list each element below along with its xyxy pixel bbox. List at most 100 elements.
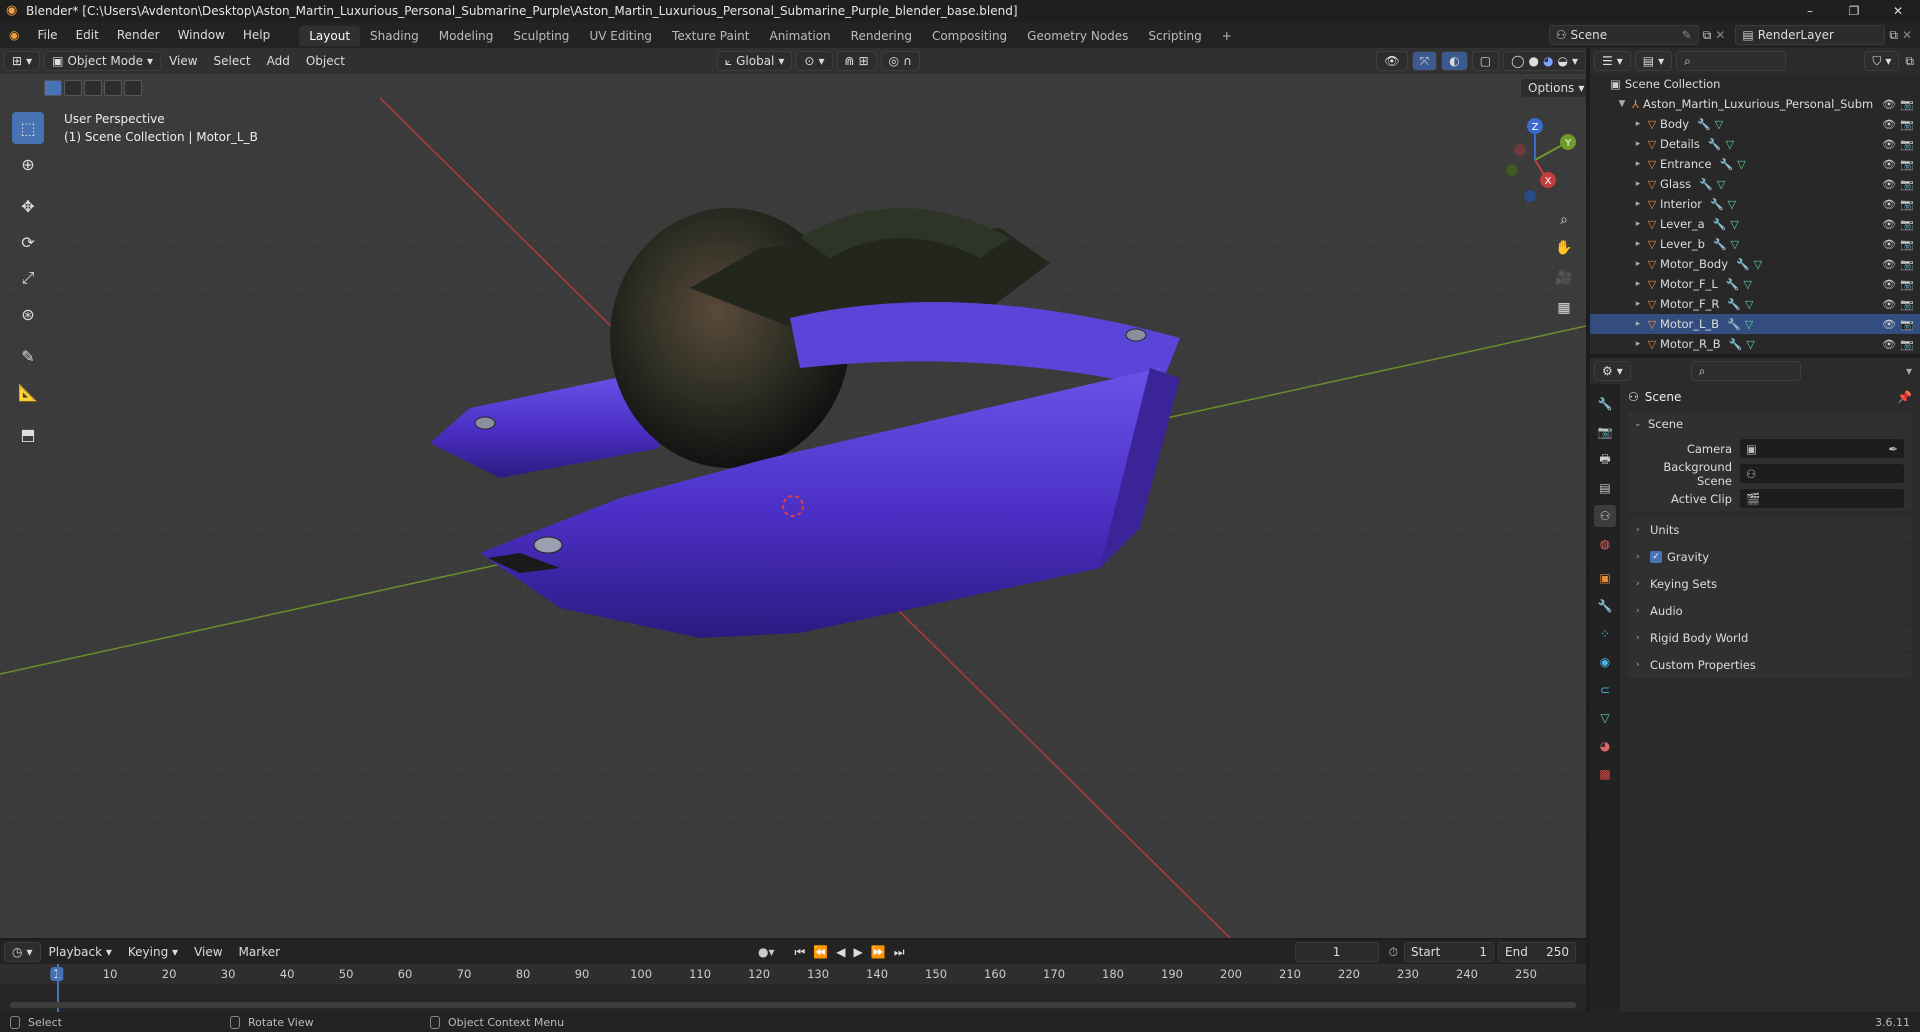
chevron-down-icon[interactable]: ▾	[1906, 364, 1912, 378]
jump-keyframe-forward-icon[interactable]: ⏩	[871, 945, 886, 959]
render-tab-icon[interactable]: 📷	[1594, 421, 1616, 443]
maximize-button[interactable]: ❐	[1832, 0, 1876, 22]
select-box-tool[interactable]: ⬚	[12, 112, 44, 144]
physics-tab-icon[interactable]: ◉	[1594, 651, 1616, 673]
expand-arrow-icon[interactable]: ▼	[1616, 99, 1628, 109]
current-frame-field[interactable]: 1	[1294, 942, 1379, 962]
timeline-menu-playback[interactable]: Playback ▾	[41, 945, 120, 959]
perspective-toggle-button[interactable]: ▦	[1550, 294, 1578, 322]
object-tab-icon[interactable]: ▣	[1594, 567, 1616, 589]
pin-icon[interactable]: 📌	[1897, 390, 1912, 404]
modifier-icon[interactable]: 🔧	[1727, 318, 1741, 331]
data-tab-icon[interactable]: ▽	[1594, 707, 1616, 729]
tab-animation[interactable]: Animation	[759, 26, 840, 46]
tab-geometry-nodes[interactable]: Geometry Nodes	[1017, 26, 1138, 46]
outliner-search-input[interactable]: ⌕	[1676, 51, 1787, 71]
expand-arrow-icon[interactable]: ▸	[1632, 199, 1644, 209]
add-cube-tool[interactable]: ⬒	[12, 418, 44, 450]
outliner-item[interactable]: ▸ ▽ Body 🔧 ▽ 👁 📷	[1590, 114, 1920, 134]
measure-tool[interactable]: 📐	[12, 376, 44, 408]
gravity-panel[interactable]: › ✓ Gravity	[1628, 544, 1912, 570]
new-view-layer-icon[interactable]: ⧉	[1889, 28, 1898, 43]
play-reverse-icon[interactable]: ◀	[836, 945, 845, 959]
render-camera-icon[interactable]: 📷	[1900, 278, 1914, 291]
transform-tool[interactable]: ⊛	[12, 298, 44, 330]
render-camera-icon[interactable]: 📷	[1900, 238, 1914, 251]
options-button[interactable]: Options ▾	[1520, 78, 1586, 98]
stopwatch-icon[interactable]: ⏱	[1389, 945, 1398, 960]
timeline-menu-view[interactable]: View	[186, 945, 230, 959]
frame-ruler[interactable]: 1102030405060708090100110120130140150160…	[0, 964, 1586, 984]
pin-icon[interactable]: ✎	[1682, 26, 1692, 44]
eye-icon[interactable]: 👁	[1882, 318, 1896, 331]
modifier-icon[interactable]: 🔧	[1710, 198, 1724, 211]
mesh-data-icon[interactable]: ▽	[1743, 278, 1751, 291]
menu-help[interactable]: Help	[234, 22, 279, 48]
delete-scene-icon[interactable]: ✕	[1715, 28, 1725, 42]
scene-tab-icon[interactable]: ⚇	[1594, 505, 1616, 527]
eye-icon[interactable]: 👁	[1882, 178, 1896, 191]
modifier-icon[interactable]: 🔧	[1727, 298, 1741, 311]
3d-viewport[interactable]: ⊞ ▾ ▣ Object Mode ▾ View Select Add Object …	[0, 48, 1586, 938]
modifier-icon[interactable]: 🔧	[1720, 158, 1734, 171]
timeline-editor-type[interactable]: ◷ ▾	[4, 942, 41, 962]
tab-shading[interactable]: Shading	[360, 26, 429, 46]
gravity-checkbox[interactable]: ✓	[1650, 551, 1662, 563]
wireframe-shading-icon[interactable]: ◯	[1511, 52, 1524, 70]
overlay-toggle[interactable]: ◐	[1441, 51, 1468, 71]
scale-tool[interactable]: ⤢	[12, 262, 44, 294]
render-camera-icon[interactable]: 📷	[1900, 318, 1914, 331]
world-tab-icon[interactable]: ◍	[1594, 533, 1616, 555]
timeline-menu-marker[interactable]: Marker	[231, 945, 288, 959]
keyframe-track[interactable]	[0, 964, 1586, 1012]
delete-view-layer-icon[interactable]: ✕	[1902, 28, 1912, 42]
render-camera-icon[interactable]: 📷	[1900, 158, 1914, 171]
minimize-button[interactable]: –	[1788, 0, 1832, 22]
tab-compositing[interactable]: Compositing	[922, 26, 1017, 46]
menu-edit[interactable]: Edit	[67, 22, 108, 48]
expand-arrow-icon[interactable]: ▸	[1632, 299, 1644, 309]
transform-orientation-selector[interactable]: ⟀ Global ▾	[716, 51, 793, 71]
modifier-icon[interactable]: 🔧	[1713, 218, 1727, 231]
render-camera-icon[interactable]: 📷	[1900, 218, 1914, 231]
outliner-item[interactable]: ▸ ▽ Glass 🔧 ▽ 👁 📷	[1590, 174, 1920, 194]
shading-modes[interactable]: ◯ ● ◕ ◒ ▾	[1503, 51, 1586, 71]
auto-keying-toggle[interactable]: ●▾	[758, 945, 775, 959]
modifier-icon[interactable]: 🔧	[1708, 138, 1722, 151]
mesh-data-icon[interactable]: ▽	[1728, 198, 1736, 211]
close-button[interactable]: ✕	[1876, 0, 1920, 22]
zoom-view-button[interactable]: ⌕	[1550, 206, 1578, 234]
outliner-item[interactable]: ▸ ▽ Lever_a 🔧 ▽ 👁 📷	[1590, 214, 1920, 234]
tab-sculpting[interactable]: Sculpting	[503, 26, 579, 46]
custom-properties-panel[interactable]: › Custom Properties	[1628, 652, 1912, 678]
display-mode-button[interactable]: ▤ ▾	[1634, 51, 1673, 71]
eye-icon[interactable]: 👁	[1882, 278, 1896, 291]
outliner-item[interactable]: ▸ ▽ Lever_b 🔧 ▽ 👁 📷	[1590, 234, 1920, 254]
texture-tab-icon[interactable]: ▩	[1594, 763, 1616, 785]
mesh-data-icon[interactable]: ▽	[1745, 318, 1753, 331]
proportional-edit-toggle[interactable]: ◎ ∩	[880, 51, 920, 71]
expand-arrow-icon[interactable]: ▸	[1632, 339, 1644, 349]
eye-icon[interactable]: 👁	[1882, 298, 1896, 311]
view-layer-tab-icon[interactable]: ▤	[1594, 477, 1616, 499]
expand-arrow-icon[interactable]: ▸	[1632, 279, 1644, 289]
expand-arrow-icon[interactable]: ▸	[1632, 319, 1644, 329]
tool-tab-icon[interactable]: 🔧	[1594, 393, 1616, 415]
outliner-item[interactable]: ▸ ▽ Motor_F_L 🔧 ▽ 👁 📷	[1590, 274, 1920, 294]
eye-icon[interactable]: 👁	[1882, 118, 1896, 131]
eye-icon[interactable]: 👁	[1882, 158, 1896, 171]
keying-sets-panel[interactable]: › Keying Sets	[1628, 571, 1912, 597]
eye-icon[interactable]: 👁	[1882, 258, 1896, 271]
viewport-menu-object[interactable]: Object	[298, 54, 353, 68]
select-invert-icon[interactable]	[104, 80, 122, 96]
outliner-editor-type[interactable]: ☰ ▾	[1594, 51, 1631, 71]
select-subtract-icon[interactable]	[84, 80, 102, 96]
timeline-scrollbar[interactable]	[10, 1002, 1576, 1008]
scene-selector[interactable]: ⚇ Scene ✎	[1548, 25, 1699, 45]
camera-field[interactable]: ▣ ✒	[1740, 439, 1904, 458]
expand-arrow-icon[interactable]: ▸	[1632, 259, 1644, 269]
filter-button[interactable]: ⛉ ▾	[1864, 51, 1900, 71]
eye-icon[interactable]: 👁	[1882, 98, 1896, 111]
editor-type-button[interactable]: ⊞ ▾	[4, 51, 41, 71]
tab-texture-paint[interactable]: Texture Paint	[662, 26, 759, 46]
